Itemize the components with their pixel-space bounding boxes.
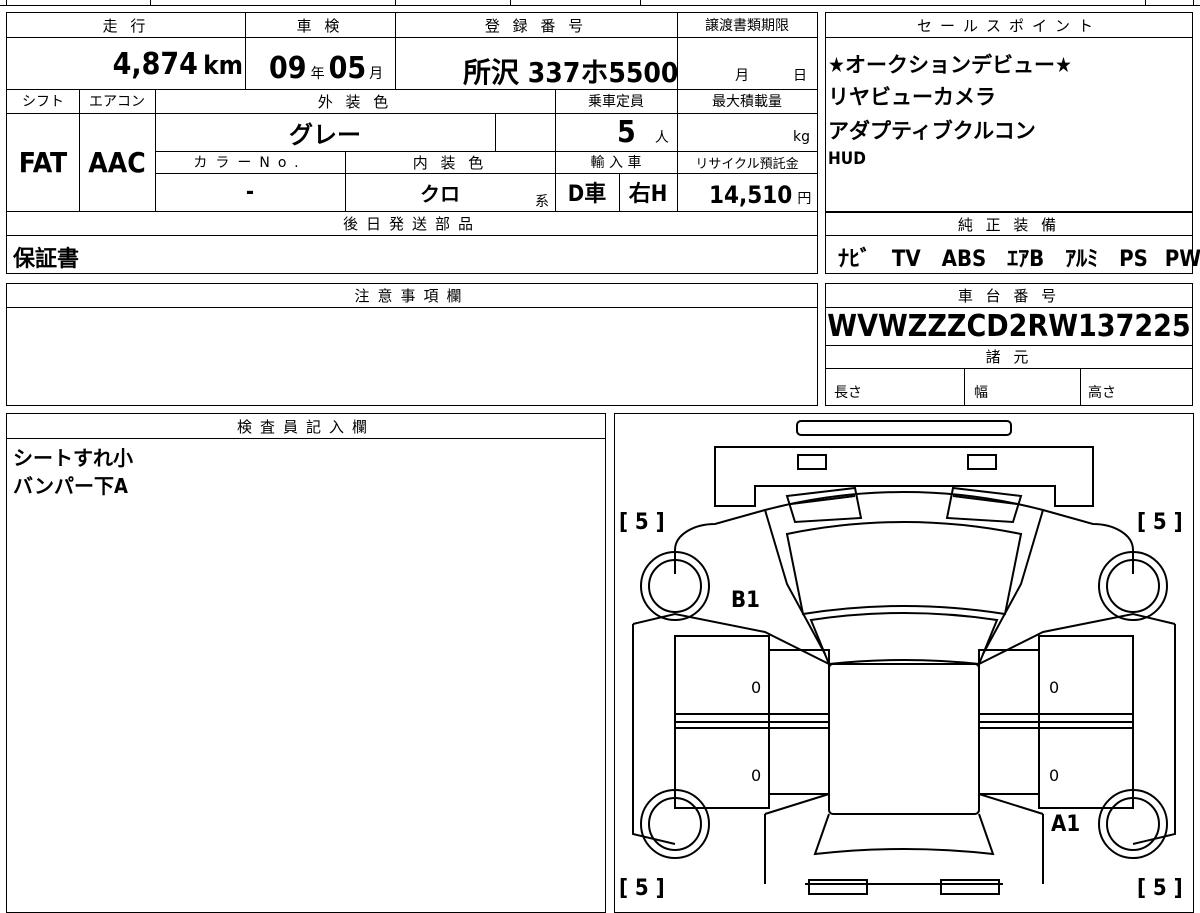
- top-strip: [0, 0, 1200, 6]
- later-parts-value: 保証書: [13, 247, 80, 272]
- interior-color-label: 内 装 色: [412, 153, 488, 172]
- shift-label: シフト: [22, 94, 64, 110]
- equipment-items: ﾅﾋﾞ TV ABS ｴｱB ｱﾙﾐ PS PW: [838, 241, 1200, 273]
- equipment-label: 純 正 装 備: [957, 215, 1061, 234]
- inspector-line-2: バンパー下A: [13, 474, 128, 498]
- import-value-1: D車: [567, 182, 607, 207]
- sales-point-2: リヤビューカメラ: [828, 85, 996, 109]
- inspector-line-1: シートすれ小: [13, 446, 133, 470]
- exterior-color-label: 外 装 色: [317, 92, 393, 111]
- equip-navi: ﾅﾋﾞ: [838, 247, 872, 272]
- transfer-deadline-label: 譲渡書類期限: [705, 18, 789, 34]
- color-no-value: -: [245, 179, 255, 205]
- equip-alloy: ｱﾙﾐ: [1065, 247, 1099, 272]
- door-value-rear-left: 0: [751, 766, 762, 785]
- spec-height-label: 高さ: [1088, 385, 1116, 401]
- notes-label: 注意事項欄: [354, 287, 470, 305]
- door-value-front-right: 0: [1049, 678, 1060, 697]
- equip-abs: ABS: [941, 247, 987, 272]
- transfer-month-unit: 月: [735, 68, 749, 84]
- equip-pw: PW: [1164, 247, 1200, 272]
- equipment-box: 純 正 装 備 ﾅﾋﾞ TV ABS ｴｱB ｱﾙﾐ PS PW: [825, 212, 1200, 274]
- mileage-label: 走 行: [102, 16, 150, 35]
- tire-mark-rear-left: [ 5 ]: [619, 876, 665, 901]
- chassis-label: 車 台 番 号: [957, 287, 1061, 305]
- equip-airbag: ｴｱB: [1007, 247, 1045, 272]
- sales-points-label: セールスポイント: [916, 16, 1101, 35]
- inspector-box: 検査員記入欄 シートすれ小 バンパー下A: [6, 413, 606, 913]
- door-value-rear-right: 0: [1049, 766, 1060, 785]
- main-info-grid: 走 行 車 検 登 録 番 号 譲渡書類期限 4,874 km 09 年 05 月 所…: [6, 12, 818, 274]
- specs-label: 諸 元: [985, 348, 1033, 366]
- damage-rear-right: A1: [1051, 812, 1081, 837]
- inspector-label: 検査員記入欄: [236, 417, 375, 436]
- color-no-label: カラーNo.: [193, 155, 307, 171]
- aircon-label: エアコン: [89, 94, 145, 110]
- sales-points-box: セールスポイント ★オークションデビュー★ リヤビューカメラ アダプティブクルコ…: [825, 12, 1193, 212]
- max-load-unit: kg: [793, 129, 810, 145]
- capacity-value: 5 人: [617, 115, 669, 150]
- recycle-label: リサイクル預託金: [695, 156, 799, 172]
- tire-mark-front-right: [ 5 ]: [1137, 510, 1183, 535]
- tire-mark-front-left: [ 5 ]: [619, 510, 665, 535]
- interior-color-suffix: 系: [535, 194, 549, 210]
- equip-tv: TV: [891, 247, 921, 272]
- exterior-color-value: グレー: [289, 120, 361, 149]
- capacity-label: 乗車定員: [588, 94, 644, 110]
- chassis-box: 車 台 番 号 WVWZZZCD2RW137225 諸 元 長さ 幅 高さ: [825, 283, 1193, 406]
- later-parts-label: 後日発送部品: [342, 214, 481, 233]
- tire-mark-rear-right: [ 5 ]: [1137, 876, 1183, 901]
- chassis-value: WVWZZZCD2RW137225: [827, 308, 1191, 344]
- transfer-day-unit: 日: [793, 68, 807, 84]
- max-load-label: 最大積載量: [712, 94, 782, 110]
- sales-point-1: ★オークションデビュー★: [828, 53, 1072, 77]
- damage-front-left: B1: [731, 588, 760, 613]
- car-outline-diagram: [632, 420, 1176, 895]
- aircon-value: AAC: [88, 145, 146, 179]
- spec-width-label: 幅: [974, 385, 988, 401]
- shaken-value: 09 年 05 月: [269, 51, 384, 86]
- shift-value: FAT: [18, 145, 68, 179]
- mileage-value: 4,874 km: [112, 47, 243, 82]
- sales-point-3: アダプティブクルコン: [828, 119, 1036, 143]
- import-label: 輸 入 車: [590, 155, 642, 171]
- car-diagram: [ 5 ] [ 5 ] [ 5 ] [ 5 ] B1 A1 0 0 0 0: [614, 413, 1194, 913]
- notes-box: 注意事項欄: [6, 283, 818, 406]
- import-value-2: 右H: [628, 182, 668, 207]
- registration-label: 登 録 番 号: [484, 16, 588, 35]
- registration-value: 所沢 337ホ5500: [463, 56, 679, 89]
- recycle-value: 14,510 円: [709, 181, 812, 209]
- interior-color-value: クロ: [420, 181, 460, 206]
- sales-point-4: HUD: [828, 149, 866, 169]
- shaken-label: 車 検: [296, 16, 344, 35]
- equip-ps: PS: [1119, 247, 1148, 272]
- spec-length-label: 長さ: [834, 385, 862, 401]
- door-value-front-left: 0: [751, 678, 762, 697]
